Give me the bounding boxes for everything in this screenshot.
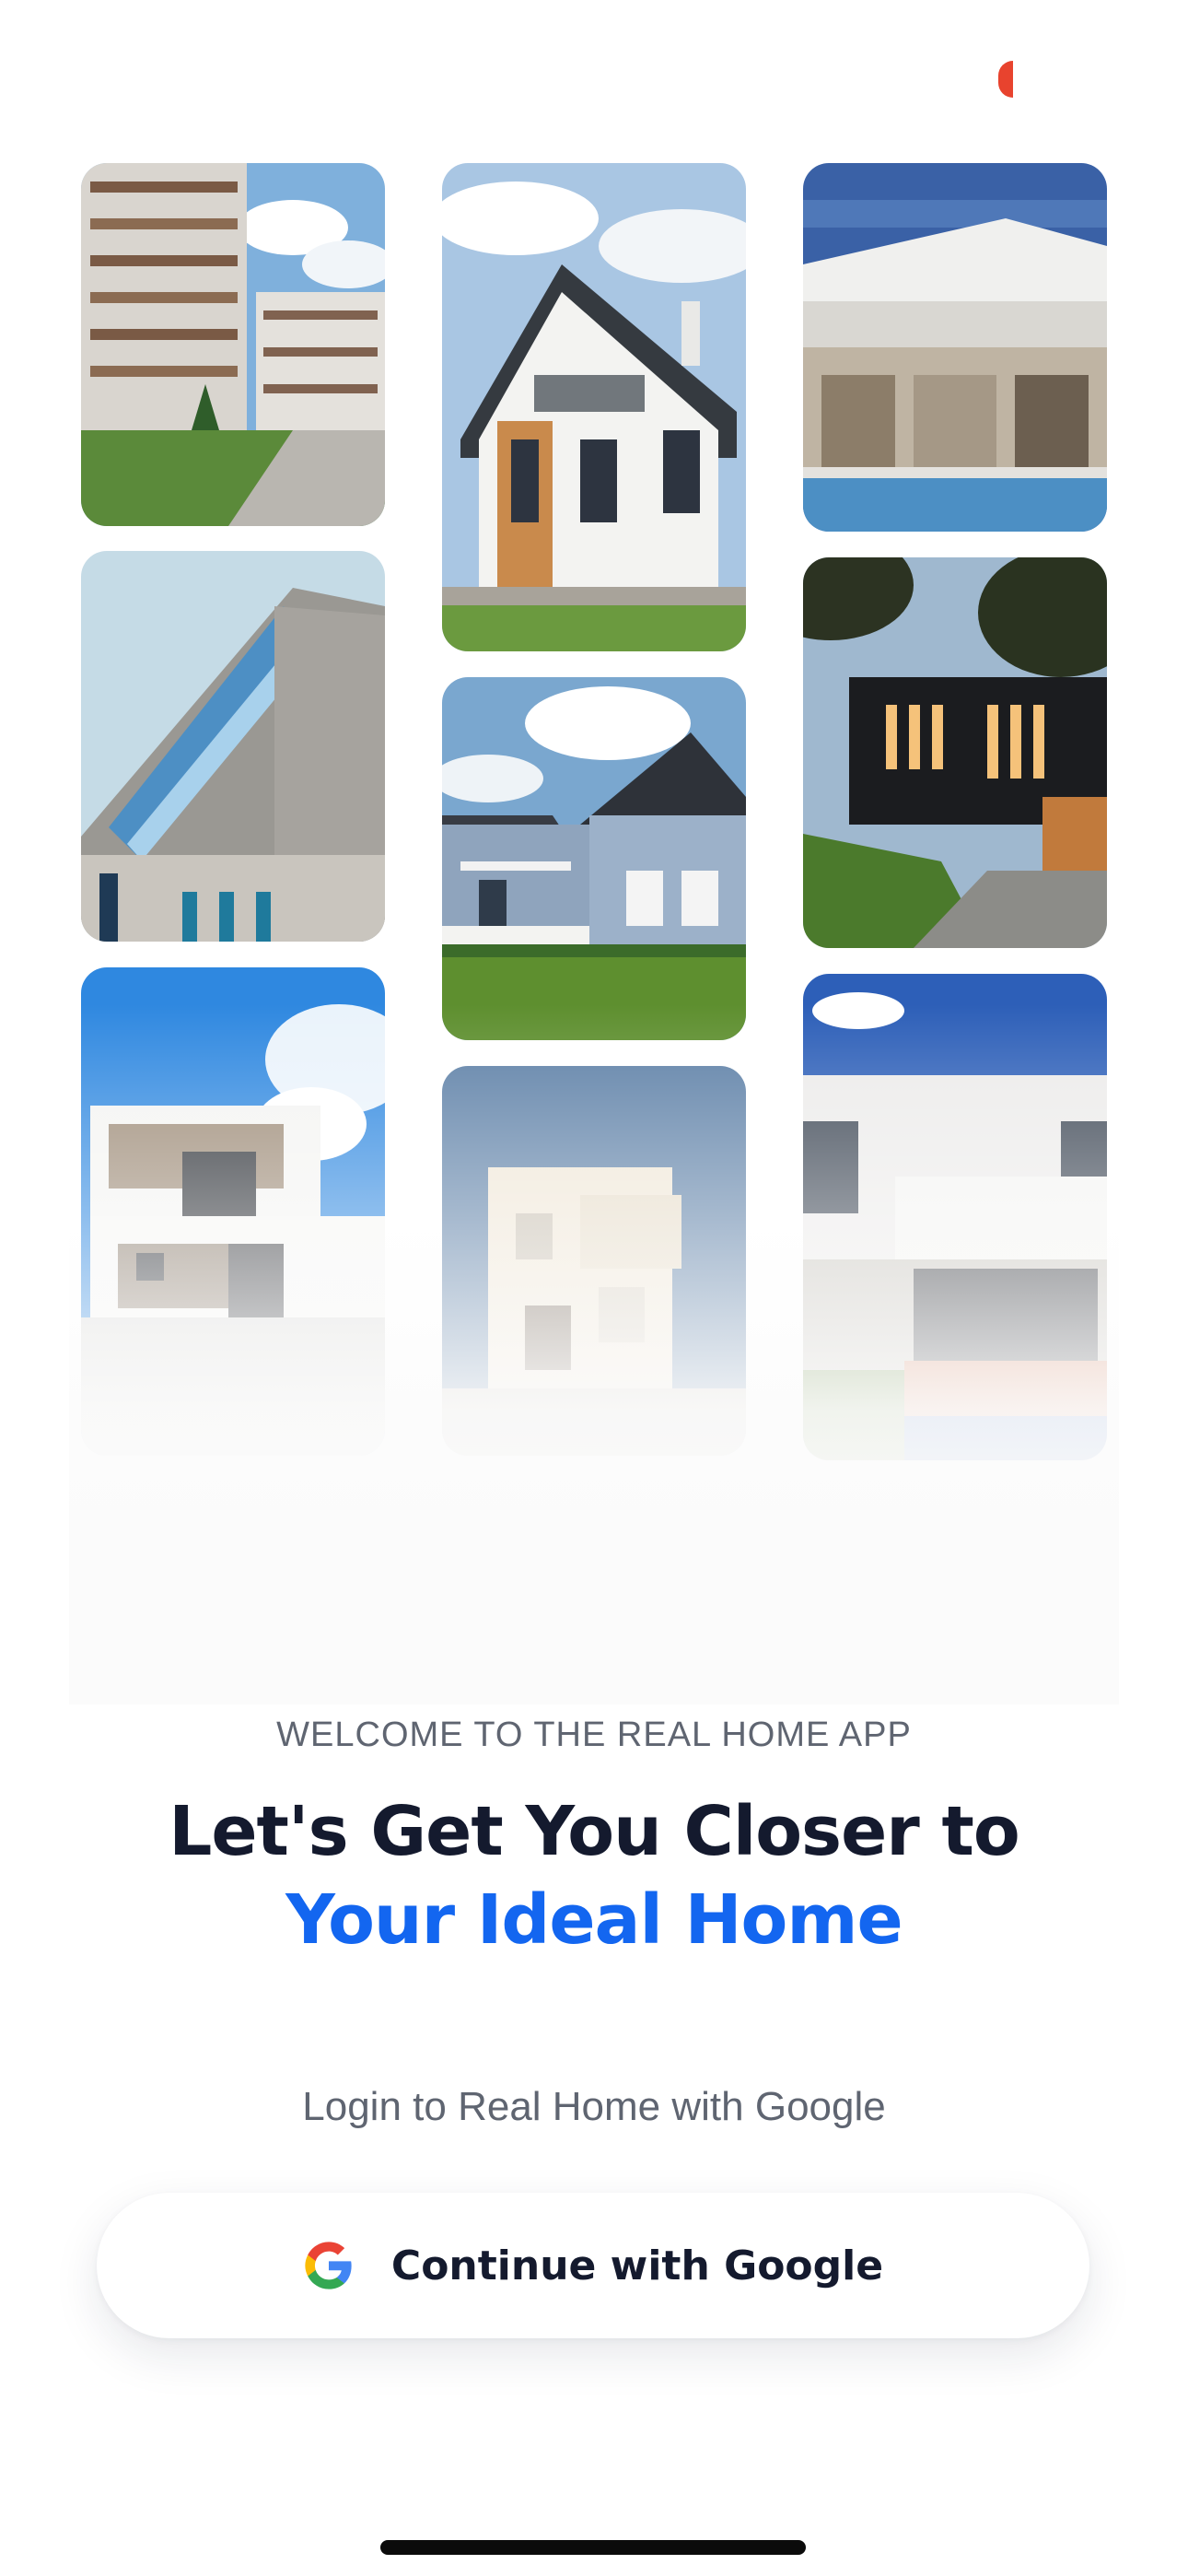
status-bar (0, 0, 1188, 138)
gabled-white-house-photo (442, 163, 746, 651)
blue-siding-house-photo (442, 677, 746, 1040)
home-indicator[interactable] (380, 2540, 806, 2555)
continue-with-google-button[interactable]: Continue with Google (97, 2193, 1089, 2338)
gallery-fade-overlay (69, 1004, 1119, 1704)
google-button-label: Continue with Google (390, 2242, 884, 2289)
google-g-icon (303, 2240, 355, 2291)
recording-indicator (998, 61, 1013, 98)
welcome-eyebrow: WELCOME TO THE REAL HOME APP (276, 1715, 912, 1754)
headline-line-2: Your Ideal Home (285, 1880, 903, 1960)
page-title: Let's Get You Closer to Your Ideal Home (0, 1787, 1188, 1964)
property-photo-gallery (69, 138, 1119, 1704)
headline-line-1: Let's Get You Closer to (169, 1792, 1020, 1871)
black-box-house-night-photo (803, 557, 1107, 948)
login-hint: Login to Real Home with Google (302, 2084, 886, 2129)
modern-pool-villa-photo (803, 163, 1107, 532)
striped-facade-building-photo (81, 551, 385, 942)
apartment-complex-photo (81, 163, 385, 526)
